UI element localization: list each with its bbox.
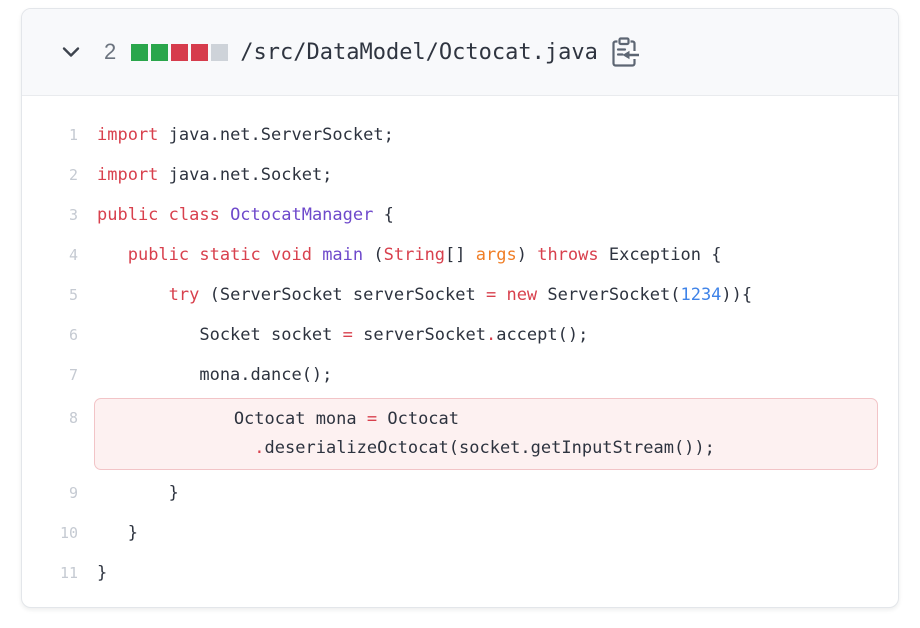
code-token: throws bbox=[537, 245, 598, 265]
code-text: } bbox=[97, 553, 107, 593]
diff-stat-block-addition bbox=[131, 44, 148, 61]
code-token: { bbox=[373, 205, 393, 225]
code-text: public class OctocatManager { bbox=[97, 195, 394, 235]
code-line: 10 } bbox=[22, 513, 898, 553]
line-number: 8 bbox=[22, 395, 78, 473]
line-number: 4 bbox=[22, 235, 78, 275]
code-line: 11} bbox=[22, 553, 898, 593]
line-number: 10 bbox=[22, 513, 78, 553]
code-token: = bbox=[486, 285, 496, 305]
code-token: } bbox=[97, 523, 138, 543]
code-text: Socket socket = serverSocket.accept(); bbox=[97, 315, 588, 355]
code-token: import bbox=[97, 165, 158, 185]
code-token bbox=[97, 285, 169, 305]
code-token: try bbox=[169, 285, 200, 305]
code-text: .deserializeOctocat(socket.getInputStrea… bbox=[111, 434, 869, 463]
code-line: 8 Octocat mona = Octocat .deserializeOct… bbox=[22, 395, 898, 473]
chevron-down-icon[interactable] bbox=[60, 41, 82, 63]
line-number: 2 bbox=[22, 155, 78, 195]
code-text: } bbox=[97, 513, 138, 553]
line-number: 5 bbox=[22, 275, 78, 315]
code-token: = bbox=[367, 409, 377, 429]
diff-stat-blocks bbox=[131, 44, 228, 61]
line-number: 11 bbox=[22, 553, 78, 593]
file-path: /src/DataModel/Octocat.java bbox=[240, 40, 598, 65]
code-line: 1 import java.net.ServerSocket; bbox=[22, 115, 898, 155]
code-line: 2 import java.net.Socket; bbox=[22, 155, 898, 195]
code-token bbox=[496, 285, 506, 305]
line-number: 3 bbox=[22, 195, 78, 235]
code-text: public static void main (String[] args) … bbox=[97, 235, 721, 275]
code-token: java.net.ServerSocket; bbox=[158, 125, 393, 145]
file-diff-card: 2 /src/DataModel/Octocat.java 1 import ja… bbox=[21, 8, 899, 608]
code-token bbox=[97, 245, 128, 265]
code-token: 1234 bbox=[680, 285, 721, 305]
code-viewer: 1 import java.net.ServerSocket; 2 import ja… bbox=[22, 96, 898, 593]
code-token: main bbox=[322, 245, 363, 265]
code-token: deserializeOctocat(socket.getInputStream… bbox=[265, 438, 715, 458]
code-token: } bbox=[97, 483, 179, 503]
code-text: mona.dance(); bbox=[97, 355, 332, 395]
line-number: 6 bbox=[22, 315, 78, 355]
code-token: String bbox=[384, 245, 445, 265]
code-token: java.net.Socket; bbox=[158, 165, 332, 185]
code-token: } bbox=[97, 563, 107, 583]
code-token: = bbox=[343, 325, 353, 345]
code-token: ServerSocket( bbox=[537, 285, 680, 305]
line-number: 7 bbox=[22, 355, 78, 395]
code-token: ( bbox=[363, 245, 383, 265]
code-text: import java.net.ServerSocket; bbox=[97, 115, 394, 155]
code-token: Exception { bbox=[599, 245, 722, 265]
code-token: OctocatManager bbox=[230, 205, 373, 225]
code-token: serverSocket bbox=[353, 325, 486, 345]
code-token: mona.dance(); bbox=[97, 365, 332, 385]
code-line: 4 public static void main (String[] args… bbox=[22, 235, 898, 275]
code-line: 3 public class OctocatManager { bbox=[22, 195, 898, 235]
changes-count: 2 bbox=[104, 39, 116, 65]
code-token: Octocat mona bbox=[111, 409, 367, 429]
code-token: (ServerSocket serverSocket bbox=[199, 285, 486, 305]
code-token: new bbox=[506, 285, 537, 305]
code-token: public class bbox=[97, 205, 230, 225]
line-number: 9 bbox=[22, 473, 78, 513]
code-line: 6 Socket socket = serverSocket.accept(); bbox=[22, 315, 898, 355]
highlighted-block: Octocat mona = Octocat .deserializeOctoc… bbox=[94, 398, 878, 470]
clipboard-paste-icon[interactable] bbox=[610, 37, 640, 69]
diff-header: 2 /src/DataModel/Octocat.java bbox=[22, 9, 898, 96]
code-line: 9 } bbox=[22, 473, 898, 513]
code-token: )){ bbox=[721, 285, 752, 305]
code-token: Octocat bbox=[377, 409, 459, 429]
code-token: accept(); bbox=[496, 325, 588, 345]
code-token: import bbox=[97, 125, 158, 145]
code-token: Socket socket bbox=[97, 325, 343, 345]
code-token: [] bbox=[445, 245, 476, 265]
code-text: Octocat mona = Octocat bbox=[111, 405, 869, 434]
code-line: 5 try (ServerSocket serverSocket = new S… bbox=[22, 275, 898, 315]
code-token bbox=[111, 438, 254, 458]
diff-stat-block-deletion bbox=[191, 44, 208, 61]
code-text: } bbox=[97, 473, 179, 513]
code-token: . bbox=[486, 325, 496, 345]
diff-stat-block-deletion bbox=[171, 44, 188, 61]
line-number: 1 bbox=[22, 115, 78, 155]
code-text: try (ServerSocket serverSocket = new Ser… bbox=[97, 275, 752, 315]
code-token: ) bbox=[517, 245, 537, 265]
code-line: 7 mona.dance(); bbox=[22, 355, 898, 395]
diff-stat-block-neutral bbox=[211, 44, 228, 61]
code-token: args bbox=[476, 245, 517, 265]
code-token: public static void bbox=[128, 245, 322, 265]
diff-stat-block-addition bbox=[151, 44, 168, 61]
code-token: . bbox=[254, 438, 264, 458]
code-text: import java.net.Socket; bbox=[97, 155, 332, 195]
